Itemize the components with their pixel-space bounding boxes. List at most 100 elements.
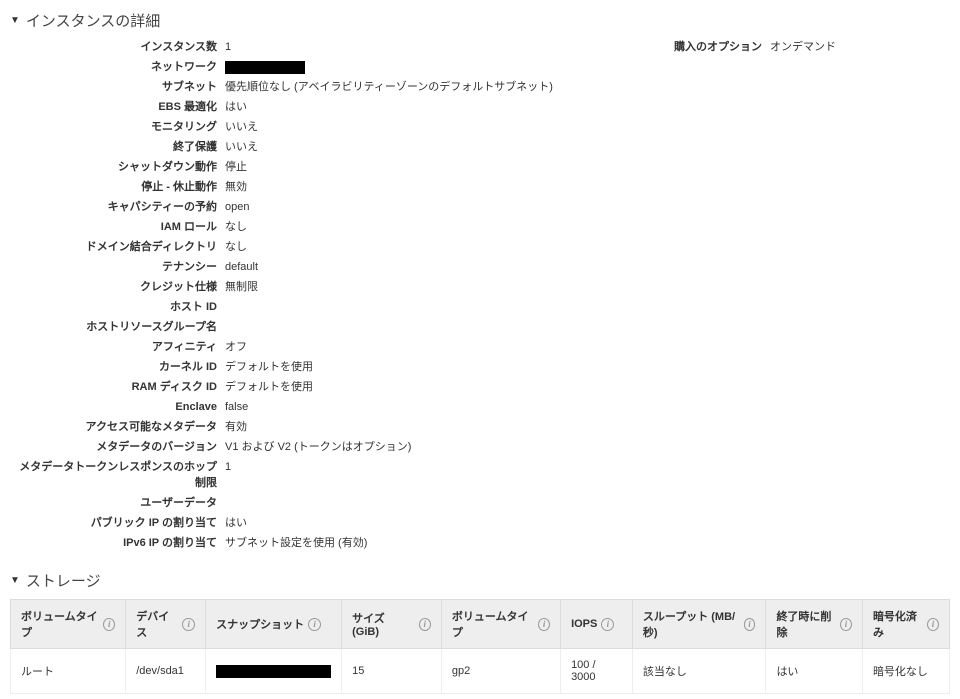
detail-row: パブリック IP の割り当てはい (10, 515, 670, 531)
info-icon[interactable]: i (182, 618, 195, 631)
detail-label: モニタリング (10, 119, 225, 135)
details-column-side: 購入のオプション オンデマンド (670, 39, 950, 555)
instance-details-section: ▼ インスタンスの詳細 インスタンス数1ネットワークサブネット優先順位なし (ア… (0, 0, 960, 560)
td-volume_type_cat: ルート (11, 649, 126, 694)
detail-row: 停止 - 休止動作無効 (10, 179, 670, 195)
detail-value: 停止 (225, 159, 670, 175)
details-grid: インスタンス数1ネットワークサブネット優先順位なし (アベイラビリティーゾーンの… (10, 39, 950, 555)
detail-label: ネットワーク (10, 59, 225, 75)
detail-label: 停止 - 休止動作 (10, 179, 225, 195)
detail-row: キャパシティーの予約open (10, 199, 670, 215)
storage-table-row: ルート/dev/sda115gp2100 / 3000該当なしはい暗号化なし (11, 649, 950, 694)
info-icon[interactable]: i (538, 618, 550, 631)
detail-label: キャパシティーの予約 (10, 199, 225, 215)
td-delete_on_term: はい (766, 649, 863, 694)
purchase-option-row: 購入のオプション オンデマンド (670, 39, 950, 55)
th-snapshot: スナップショットi (206, 600, 342, 649)
td-encrypted: 暗号化なし (862, 649, 949, 694)
detail-row: モニタリングいいえ (10, 119, 670, 135)
detail-label: アフィニティ (10, 339, 225, 355)
detail-row: IPv6 IP の割り当てサブネット設定を使用 (有効) (10, 535, 670, 551)
detail-label: インスタンス数 (10, 39, 225, 55)
detail-row: ユーザーデータ (10, 495, 670, 511)
detail-label: サブネット (10, 79, 225, 95)
detail-value: なし (225, 219, 670, 235)
info-icon[interactable]: i (103, 618, 115, 631)
detail-value: 無効 (225, 179, 670, 195)
detail-row: メタデータのバージョンV1 および V2 (トークンはオプション) (10, 439, 670, 455)
detail-row: ホスト ID (10, 299, 670, 315)
section-title: インスタンスの詳細 (26, 10, 160, 31)
detail-label: Enclave (10, 399, 225, 415)
detail-value: はい (225, 99, 670, 115)
storage-header[interactable]: ▼ ストレージ (10, 570, 950, 591)
th-device: デバイスi (126, 600, 206, 649)
detail-label: カーネル ID (10, 359, 225, 375)
instance-details-header[interactable]: ▼ インスタンスの詳細 (10, 10, 950, 31)
detail-value: open (225, 199, 670, 215)
td-size: 15 (342, 649, 442, 694)
detail-row: サブネット優先順位なし (アベイラビリティーゾーンのデフォルトサブネット) (10, 79, 670, 95)
detail-label: EBS 最適化 (10, 99, 225, 115)
detail-value: デフォルトを使用 (225, 359, 670, 375)
th-volume-type-category: ボリュームタイプi (11, 600, 126, 649)
detail-value: なし (225, 239, 670, 255)
detail-row: ネットワーク (10, 59, 670, 75)
detail-row: Enclavefalse (10, 399, 670, 415)
info-icon[interactable]: i (419, 618, 431, 631)
detail-value: いいえ (225, 119, 670, 135)
detail-label: メタデータのバージョン (10, 439, 225, 455)
detail-value: 1 (225, 459, 670, 475)
detail-row: アフィニティオフ (10, 339, 670, 355)
detail-value: デフォルトを使用 (225, 379, 670, 395)
section-title: ストレージ (26, 570, 101, 591)
purchase-option-value: オンデマンド (770, 39, 950, 55)
detail-value: 有効 (225, 419, 670, 435)
td-iops: 100 / 3000 (561, 649, 633, 694)
info-icon[interactable]: i (744, 618, 756, 631)
detail-label: アクセス可能なメタデータ (10, 419, 225, 435)
info-icon[interactable]: i (927, 618, 939, 631)
detail-label: 終了保護 (10, 139, 225, 155)
detail-value: 1 (225, 39, 670, 55)
detail-label: テナンシー (10, 259, 225, 275)
detail-value: default (225, 259, 670, 275)
details-column-main: インスタンス数1ネットワークサブネット優先順位なし (アベイラビリティーゾーンの… (10, 39, 670, 555)
th-iops: IOPSi (561, 600, 633, 649)
collapse-triangle-icon: ▼ (10, 575, 20, 586)
th-throughput: スループット (MB/秒)i (632, 600, 766, 649)
th-volume-type: ボリュームタイプi (441, 600, 560, 649)
info-icon[interactable]: i (840, 618, 852, 631)
detail-row: インスタンス数1 (10, 39, 670, 55)
storage-table: ボリュームタイプi デバイスi スナップショットi サイズ (GiB)i ボリュ… (10, 599, 950, 694)
detail-row: テナンシーdefault (10, 259, 670, 275)
td-snapshot (206, 649, 342, 694)
info-icon[interactable]: i (308, 618, 321, 631)
detail-value: いいえ (225, 139, 670, 155)
detail-value: 優先順位なし (アベイラビリティーゾーンのデフォルトサブネット) (225, 79, 670, 95)
detail-label: クレジット仕様 (10, 279, 225, 295)
detail-row: 終了保護いいえ (10, 139, 670, 155)
th-size: サイズ (GiB)i (342, 600, 442, 649)
detail-value: サブネット設定を使用 (有効) (225, 535, 670, 551)
collapse-triangle-icon: ▼ (10, 15, 20, 26)
detail-row: IAM ロールなし (10, 219, 670, 235)
detail-row: ホストリソースグループ名 (10, 319, 670, 335)
detail-row: EBS 最適化はい (10, 99, 670, 115)
info-icon[interactable]: i (601, 618, 614, 631)
detail-value: オフ (225, 339, 670, 355)
detail-value (225, 59, 670, 75)
detail-label: IAM ロール (10, 219, 225, 235)
td-volume_type: gp2 (441, 649, 560, 694)
td-device: /dev/sda1 (126, 649, 206, 694)
detail-label: パブリック IP の割り当て (10, 515, 225, 531)
redacted-value (216, 665, 331, 678)
detail-label: ユーザーデータ (10, 495, 225, 511)
th-delete-on-term: 終了時に削除i (766, 600, 863, 649)
detail-label: ドメイン結合ディレクトリ (10, 239, 225, 255)
detail-value: はい (225, 515, 670, 531)
detail-row: シャットダウン動作停止 (10, 159, 670, 175)
detail-row: ドメイン結合ディレクトリなし (10, 239, 670, 255)
detail-label: IPv6 IP の割り当て (10, 535, 225, 551)
redacted-value (225, 61, 305, 74)
